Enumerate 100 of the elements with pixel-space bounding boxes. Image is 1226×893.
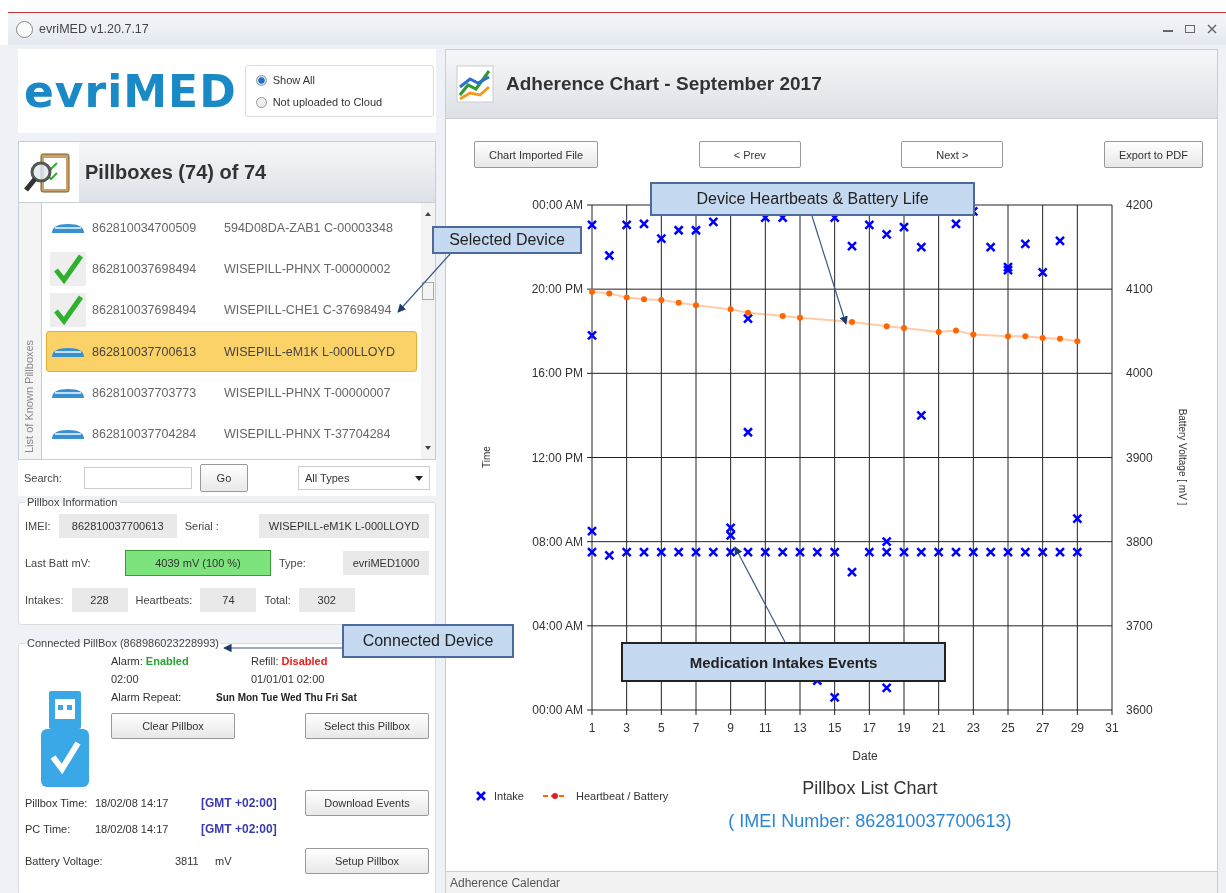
timezone-text: [GMT +02:00] [201,796,277,810]
heartbeat-point [935,329,942,336]
leader-line [397,253,451,313]
heartbeat-point [970,331,977,338]
type-value: evriMED1000 [343,551,429,575]
axis-tick: 17 [862,721,876,735]
alarm-status: Enabled [145,655,189,667]
chart-subtitle: ( IMEI Number: 862810037700613) [728,811,1012,832]
status-text: Adherence Calendar [450,876,561,890]
imei-text: 862810037700613 [92,344,198,359]
radio-option[interactable]: Not uploaded to Cloud [255,96,423,108]
heartbeat-point [1022,333,1029,340]
imei-text: 862810037704284 [92,427,198,442]
group-title: Connected PillBox (868986023228993) [26,637,221,649]
clear-button[interactable]: Clear Pillbox [111,713,235,739]
imei-text: 862810037698494 [92,303,198,318]
axis-tick: 29 [1070,721,1084,735]
total-value: 302 [298,588,355,612]
heartbeat-point [883,323,890,330]
axis-tick: 15 [828,721,842,735]
line-chart-icon [456,65,494,103]
legend-label: Intake [494,790,524,802]
type-dropdown[interactable]: All Types [298,466,430,490]
legend-label: Heartbeat / Battery [575,790,669,802]
callout: Device Heartbeats & Battery Life [650,182,975,216]
repeat-days: Sun Mon Tue Wed Thu Fri Sat [216,691,357,703]
axis-tick: 21 [932,721,946,735]
axis-title: Time [481,446,492,468]
voltage-unit: mV [215,855,232,867]
heartbeat-point [658,297,665,304]
list-caption: List of Known Pillboxes [23,339,35,453]
caret-icon [415,475,423,481]
search-field[interactable] [83,467,192,489]
app-icon [16,20,33,38]
callout: Selected Device [432,226,582,254]
heartbeat-point [693,302,699,309]
heartbeat-point [849,319,855,325]
axis-tick: 3700 [1126,618,1153,633]
list-item[interactable]: 862810037698494 WISEPILL-CHE1 C-37698494 [46,289,417,331]
time-label: PC Time: [25,823,72,835]
intakes-value: 228 [71,588,128,612]
heartbeat-point [641,296,647,303]
scrollbar[interactable] [421,203,435,459]
serial-text: 594D08DA-ZAB1 C-00003348 [224,220,393,235]
checkmark-icon [50,252,86,286]
serial-text: WISEPILL-PHNX T-37704284 [224,427,391,442]
select-button[interactable]: Select this Pillbox [305,713,429,739]
heartbeat-point [797,314,803,321]
go-button[interactable]: Go [199,464,248,492]
timezone-text: [GMT +02:00] [201,822,277,836]
heartbeat-point [1057,335,1063,342]
heartbeat-point [589,288,595,295]
heartbeat-point [745,309,751,316]
refill-label: Refill: [251,655,279,667]
list-item[interactable]: 862810037704284 WISEPILL-PHNX T-37704284 [46,413,417,455]
field-label: Type: [279,557,306,569]
toolbar-button[interactable]: Next > [901,141,1004,168]
setup-button[interactable]: Setup Pillbox [305,848,429,874]
time-value: 18/02/08 14:17 [95,797,170,809]
toolbar-button[interactable]: Export to PDF [1103,141,1203,168]
battery-value: 4039 mV (100 %) [125,550,271,576]
search-label: Search: [24,472,62,484]
axis-title: Battery Voltage [ mV ] [1177,408,1188,506]
logo: evriMED [24,65,237,117]
axis-title: Date [852,749,878,763]
field-label: Serial : [184,520,219,532]
close-icon[interactable] [1206,24,1218,34]
maximize-icon[interactable] [1184,24,1196,34]
imei-value: 862810037700613 [58,514,177,538]
axis-tick: 23 [966,721,980,735]
serial-text: WISEPILL-PHNX T-00000002 [224,262,391,276]
list-item[interactable]: 862810037700613 WISEPILL-eM1K L-000LLOYD [46,331,417,373]
scroll-thumb[interactable] [422,282,434,300]
pillbox-icon [50,427,86,442]
toolbar-button[interactable]: Chart Imported File [474,141,599,168]
radio-button[interactable] [255,96,267,108]
download-button[interactable]: Download Events [305,790,429,816]
usb-check-icon [39,689,91,789]
radio-button[interactable] [255,74,267,86]
list-item[interactable]: 862810037698494 WISEPILL-PHNX T-00000002 [46,248,417,290]
axis-tick: 3800 [1126,534,1153,549]
list-item[interactable]: 862810037703773 WISEPILL-PHNX T-00000007 [46,372,417,414]
heartbeat-point [1074,338,1081,345]
scroll-down-icon[interactable] [424,445,432,451]
alarm-label: Alarm: [111,655,143,667]
imei-text: 862810037703773 [92,385,198,400]
refill-time: 01/01/01 02:00 [251,673,325,685]
serial-value: WISEPILL-eM1K L-000LLOYD [259,514,429,538]
heartbeat-point [1005,333,1011,340]
heartbeats-value: 74 [200,588,257,612]
scroll-up-icon[interactable] [424,211,432,217]
axis-tick: 5 [658,721,665,735]
list-item[interactable]: 862810034700509 594D08DA-ZAB1 C-00003348 [46,207,417,249]
axis-tick: 27 [1036,721,1050,735]
axis-tick: 19 [897,721,911,735]
imei-text: 862810037698494 [92,262,198,276]
field-label: Last Batt mV: [25,557,92,569]
toolbar-button[interactable]: < Prev [698,141,801,168]
group-title: Pillbox Information [26,496,119,508]
radio-option[interactable]: Show All [255,74,423,86]
